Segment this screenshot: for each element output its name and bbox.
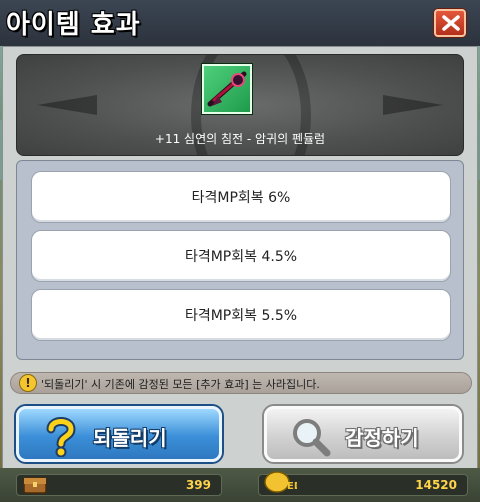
effect-row: 타격MP회복 6% [31,171,451,223]
effects-panel: 타격MP회복 6% 타격MP회복 4.5% 타격MP회복 5.5% [16,160,464,360]
ed-balance-display: ED 14520 [258,471,468,496]
magnifier-icon [293,419,331,457]
warning-notice: ! '되돌리기' 시 기존에 감정된 모든 [추가 효과] 는 사라집니다. [10,372,472,394]
close-button[interactable] [434,9,466,37]
item-icon [202,64,252,114]
effect-row: 타격MP회복 5.5% [31,289,451,341]
item-effect-window: 아이템 효과 +11 심연의 침전 - 암귀의 펜듈럼 타격MP회복 6% 타격… [0,0,480,502]
ed-balance-value: 14520 [415,478,457,492]
ed-coin-label: ED [287,481,297,492]
window-title: 아이템 효과 [6,10,141,40]
appraise-button[interactable]: 감정하기 [264,406,462,462]
revert-button[interactable]: 되돌리기 [16,406,222,462]
item-name: +11 심연의 침전 - 암귀의 펜듈럼 [154,132,326,146]
pendulum-weapon-icon [207,71,247,107]
emblem-arrow-left [37,95,97,115]
item-count-value: 399 [185,478,211,492]
question-mark-icon [46,417,76,457]
treasure-chest-icon [23,477,47,494]
close-icon [442,15,460,31]
notice-text: '되돌리기' 시 기존에 감정된 모든 [추가 효과] 는 사라집니다. [41,378,320,391]
emblem-arrow-right [383,95,443,115]
revert-button-label: 되돌리기 [93,426,167,450]
appraise-button-label: 감정하기 [345,426,419,450]
title-bar: 아이템 효과 [0,0,480,46]
exclamation-icon: ! [19,374,37,392]
ed-coin-icon: ED [264,471,297,493]
effect-row: 타격MP회복 4.5% [31,230,451,282]
item-count-display: 399 [16,474,222,496]
